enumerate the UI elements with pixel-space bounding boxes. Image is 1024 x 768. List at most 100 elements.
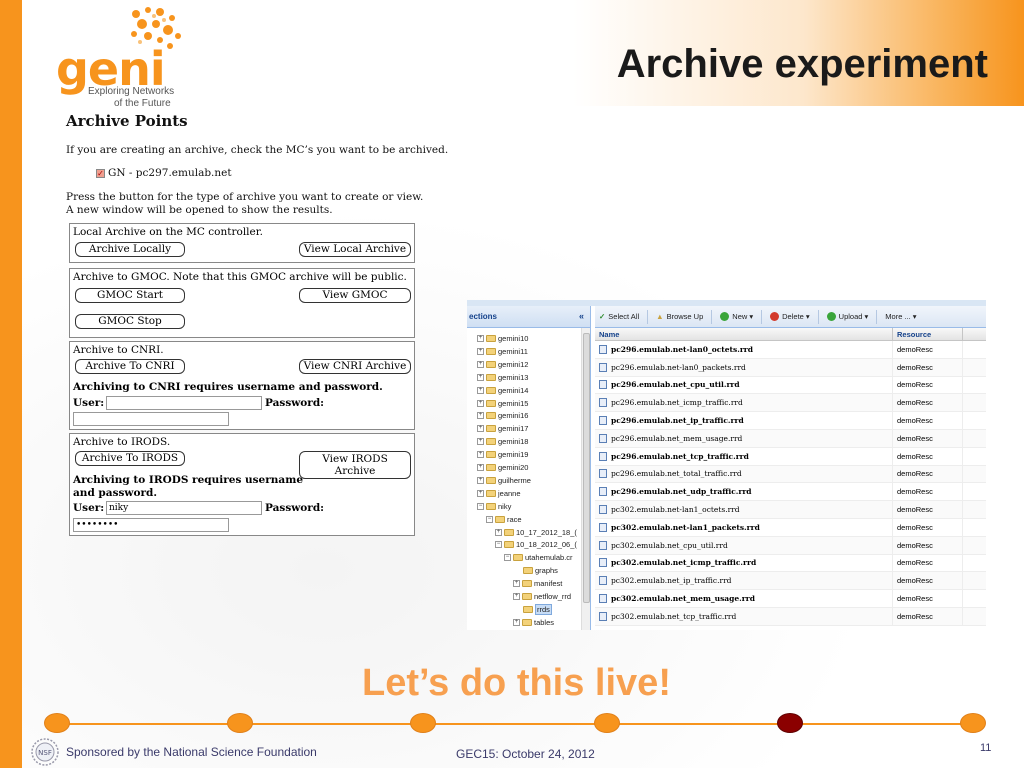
tree-node[interactable]: + guilherme bbox=[477, 474, 531, 487]
collapse-icon[interactable]: − bbox=[486, 515, 493, 523]
scrollbar-thumb[interactable] bbox=[583, 333, 590, 603]
expand-icon[interactable]: + bbox=[513, 618, 520, 626]
archive-locally-button[interactable]: Archive Locally bbox=[75, 242, 185, 257]
irods-user-input[interactable]: niky bbox=[106, 501, 262, 515]
file-name-cell[interactable]: pc302.emulab.net_tcp_traffic.rrd bbox=[595, 607, 893, 625]
file-row[interactable]: pc302.emulab.net-lan1_packets.rrd demoRes… bbox=[595, 518, 986, 537]
file-row[interactable]: pc296.emulab.net_cpu_util.rrd demoResc bbox=[595, 376, 986, 395]
expand-icon[interactable]: + bbox=[477, 399, 484, 407]
tree-node[interactable]: + gemini17 bbox=[477, 422, 528, 435]
select-all-button[interactable]: ✓ Select All bbox=[599, 312, 639, 321]
tree-node[interactable]: + gemini10 bbox=[477, 332, 528, 345]
tree-node[interactable]: + gemini14 bbox=[477, 384, 528, 397]
file-row[interactable]: pc302.emulab.net_cpu_util.rrd demoResc bbox=[595, 536, 986, 555]
tree-node[interactable]: + gemini18 bbox=[477, 435, 528, 448]
expand-icon[interactable]: + bbox=[477, 347, 484, 355]
tree-node[interactable]: rrds bbox=[513, 603, 552, 616]
file-name-cell[interactable]: pc302.emulab.net_mem_usage.rrd bbox=[595, 590, 893, 607]
more-button[interactable]: More ... ▾ bbox=[885, 312, 916, 321]
collapse-icon[interactable]: − bbox=[477, 502, 484, 510]
column-header-resource[interactable]: Resource bbox=[893, 328, 963, 340]
file-row[interactable]: pc296.emulab.net-lan0_packets.rrd demoRes… bbox=[595, 358, 986, 377]
tree-node[interactable]: + jeanne bbox=[477, 487, 521, 500]
delete-button[interactable]: Delete ▾ bbox=[770, 312, 810, 321]
file-row[interactable]: pc296.emulab.net_ip_traffic.rrd demoResc bbox=[595, 412, 986, 430]
mc-checkbox-row[interactable]: ✓ GN - pc297.emulab.net bbox=[96, 167, 466, 179]
file-row[interactable]: pc302.emulab.net_mem_usage.rrd demoResc bbox=[595, 590, 986, 608]
file-name-cell[interactable]: pc296.emulab.net_icmp_traffic.rrd bbox=[595, 394, 893, 412]
tree-node[interactable]: + netflow_rrd bbox=[513, 590, 571, 603]
expand-icon[interactable]: + bbox=[477, 438, 484, 446]
tree-scrollbar[interactable] bbox=[581, 328, 590, 630]
collapse-icon[interactable]: − bbox=[495, 541, 502, 549]
checkbox[interactable]: ✓ bbox=[96, 168, 105, 178]
tree-node[interactable]: + gemini12 bbox=[477, 358, 528, 371]
tree-node[interactable]: + tables bbox=[513, 616, 554, 629]
file-row[interactable]: pc296.emulab.net_total_traffic.rrd demoRe… bbox=[595, 465, 986, 484]
gmoc-stop-button[interactable]: GMOC Stop bbox=[75, 314, 185, 329]
expand-icon[interactable]: + bbox=[477, 360, 484, 368]
file-name-cell[interactable]: pc302.emulab.net_icmp_traffic.rrd bbox=[595, 554, 893, 572]
tree-node[interactable]: + gemini19 bbox=[477, 448, 528, 461]
expand-icon[interactable]: + bbox=[477, 489, 484, 497]
file-name-cell[interactable]: pc296.emulab.net_ip_traffic.rrd bbox=[595, 412, 893, 429]
browse-up-button[interactable]: ▲ Browse Up bbox=[656, 312, 703, 321]
archive-to-cnri-button[interactable]: Archive To CNRI bbox=[75, 359, 185, 374]
file-row[interactable]: pc296.emulab.net_udp_traffic.rrd demoResc bbox=[595, 483, 986, 502]
file-name-cell[interactable]: pc302.emulab.net-lan1_packets.rrd bbox=[595, 518, 893, 536]
upload-button[interactable]: Upload ▾ bbox=[826, 312, 868, 321]
file-name-cell[interactable]: pc296.emulab.net_cpu_util.rrd bbox=[595, 376, 893, 394]
file-row[interactable]: pc296.emulab.net_tcp_traffic.rrd demoResc bbox=[595, 447, 986, 466]
cnri-password-input[interactable] bbox=[73, 412, 229, 426]
view-gmoc-button[interactable]: View GMOC bbox=[299, 288, 411, 303]
tree-node[interactable]: + gemini16 bbox=[477, 409, 528, 422]
tree-node[interactable]: − niky bbox=[477, 500, 511, 513]
file-name-cell[interactable]: pc302.emulab.net-lan1_octets.rrd bbox=[595, 501, 893, 518]
expand-icon[interactable]: + bbox=[513, 580, 520, 588]
expand-icon[interactable]: + bbox=[477, 464, 484, 471]
expand-icon[interactable]: + bbox=[477, 425, 484, 433]
tree-node[interactable]: − 10_18_2012_06_( bbox=[495, 538, 577, 551]
file-row[interactable]: pc296.emulab.net_icmp_traffic.rrd demoRes… bbox=[595, 394, 986, 413]
file-row[interactable]: pc302.emulab.net_tcp_traffic.rrd demoResc bbox=[595, 607, 986, 626]
tree-node[interactable]: + gemini11 bbox=[477, 345, 528, 358]
expand-icon[interactable]: + bbox=[477, 373, 484, 381]
expand-icon[interactable]: + bbox=[513, 593, 520, 600]
gmoc-start-button[interactable]: GMOC Start bbox=[75, 288, 185, 303]
file-name-cell[interactable]: pc296.emulab.net_tcp_traffic.rrd bbox=[595, 447, 893, 465]
tree-node[interactable]: − utahemulab.cr bbox=[504, 551, 573, 564]
file-row[interactable]: pc302.emulab.net-lan1_octets.rrd demoResc bbox=[595, 501, 986, 519]
file-row[interactable]: pc296.emulab.net-lan0_octets.rrd demoResc bbox=[595, 341, 986, 359]
tree-node[interactable]: + gemini20 bbox=[477, 461, 528, 474]
expand-icon[interactable]: + bbox=[477, 335, 484, 342]
irods-password-input[interactable]: •••••••• bbox=[73, 518, 229, 532]
cnri-user-input[interactable] bbox=[106, 396, 262, 410]
file-name-cell[interactable]: pc302.emulab.net_ip_traffic.rrd bbox=[595, 572, 893, 590]
expand-icon[interactable]: + bbox=[477, 451, 484, 459]
file-name-cell[interactable]: pc296.emulab.net_total_traffic.rrd bbox=[595, 465, 893, 483]
tree-node[interactable]: graphs bbox=[513, 564, 558, 577]
collapse-icon[interactable]: « bbox=[579, 311, 584, 321]
file-row[interactable]: pc296.emulab.net_mem_usage.rrd demoResc bbox=[595, 429, 986, 448]
file-name-cell[interactable]: pc302.emulab.net_cpu_util.rrd bbox=[595, 536, 893, 554]
tree-node[interactable]: + manifest bbox=[513, 577, 562, 590]
file-row[interactable]: pc302.emulab.net_ip_traffic.rrd demoResc bbox=[595, 572, 986, 591]
file-name-cell[interactable]: pc296.emulab.net_mem_usage.rrd bbox=[595, 429, 893, 447]
view-irods-archive-button[interactable]: View IRODS Archive bbox=[299, 451, 411, 479]
tree-node[interactable]: + gemini13 bbox=[477, 371, 528, 384]
file-name-cell[interactable]: pc296.emulab.net-lan0_octets.rrd bbox=[595, 341, 893, 358]
expand-icon[interactable]: + bbox=[477, 412, 484, 420]
tree-node[interactable]: + gemini15 bbox=[477, 397, 528, 410]
file-name-cell[interactable]: pc296.emulab.net_udp_traffic.rrd bbox=[595, 483, 893, 501]
view-local-archive-button[interactable]: View Local Archive bbox=[299, 242, 411, 257]
expand-icon[interactable]: + bbox=[477, 386, 484, 394]
archive-to-irods-button[interactable]: Archive To IRODS bbox=[75, 451, 185, 466]
file-row[interactable]: pc302.emulab.net_icmp_traffic.rrd demoRes… bbox=[595, 554, 986, 573]
expand-icon[interactable]: + bbox=[495, 528, 502, 536]
tree-node[interactable]: +10_17_2012_18_( bbox=[495, 526, 577, 539]
new-button[interactable]: New ▾ bbox=[720, 312, 753, 321]
file-name-cell[interactable]: pc296.emulab.net-lan0_packets.rrd bbox=[595, 358, 893, 376]
tree-node[interactable]: − race bbox=[486, 513, 522, 526]
collapse-icon[interactable]: − bbox=[504, 554, 511, 562]
expand-icon[interactable]: + bbox=[477, 476, 484, 484]
